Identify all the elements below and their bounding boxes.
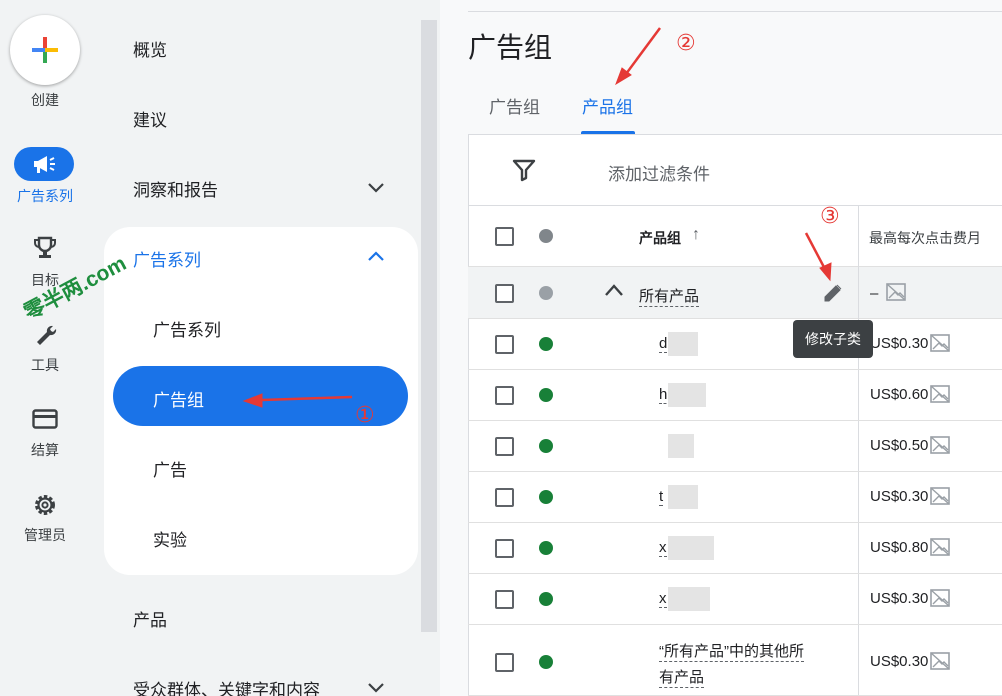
- left-rail: 创建 广告系列 目标 工具 结算 管理员: [0, 0, 90, 696]
- product-group-label[interactable]: t: [659, 488, 664, 506]
- redacted-text: [668, 332, 698, 356]
- cpc-value[interactable]: US$0.60: [870, 386, 928, 403]
- status-dot: [539, 439, 553, 453]
- edit-pencil-icon[interactable]: [822, 282, 844, 304]
- create-button[interactable]: [10, 15, 80, 85]
- cpc-value[interactable]: US$0.30: [870, 653, 928, 670]
- annotation-3: ③: [820, 203, 840, 228]
- megaphone-icon: [34, 156, 55, 173]
- filter-bar[interactable]: [468, 135, 1002, 206]
- nav-section-campaigns[interactable]: 广告系列: [133, 246, 201, 271]
- row-checkbox[interactable]: [495, 437, 514, 456]
- cpc-value[interactable]: US$0.30: [870, 335, 928, 352]
- other-products-line1[interactable]: “所有产品”中的其他所: [659, 640, 804, 662]
- no-image-icon: [930, 652, 950, 670]
- status-dot: [539, 592, 553, 606]
- status-dot: [539, 337, 553, 351]
- wrench-icon[interactable]: [33, 322, 57, 346]
- nav-sub-campaigns[interactable]: 广告系列: [153, 316, 221, 341]
- status-header-dot: [539, 229, 553, 243]
- other-products-line2[interactable]: 有产品: [659, 666, 705, 688]
- redacted-text: [668, 587, 710, 611]
- no-image-icon: [930, 385, 950, 403]
- rail-label-admin[interactable]: 管理员: [0, 525, 90, 545]
- no-image-icon: [930, 487, 950, 505]
- nav-item-audiences[interactable]: 受众群体、关键字和内容: [133, 676, 320, 696]
- column-header-max-cpc[interactable]: 最高每次点击费月: [869, 228, 1002, 248]
- cpc-value[interactable]: US$0.80: [870, 539, 928, 556]
- row-checkbox[interactable]: [495, 539, 514, 558]
- row-checkbox[interactable]: [495, 590, 514, 609]
- redacted-text: [668, 383, 706, 407]
- nav-sub-experiments[interactable]: 实验: [153, 526, 187, 551]
- row-checkbox[interactable]: [495, 284, 514, 303]
- product-group-label[interactable]: x: [659, 590, 667, 608]
- annotation-2: ②: [676, 30, 696, 55]
- status-dot: [539, 541, 553, 555]
- tab-product-groups[interactable]: 产品组: [582, 93, 633, 118]
- rail-label-tools[interactable]: 工具: [0, 355, 90, 375]
- column-header-product-group[interactable]: 产品组: [639, 228, 681, 248]
- product-group-label[interactable]: x: [659, 539, 667, 557]
- row-checkbox[interactable]: [495, 653, 514, 672]
- redacted-text: [668, 536, 714, 560]
- edit-subdivision-tooltip: 修改子类: [793, 320, 873, 358]
- chevron-down-icon[interactable]: [366, 177, 386, 197]
- tab-adgroups[interactable]: 广告组: [489, 93, 540, 118]
- nav-item-insights[interactable]: 洞察和报告: [133, 176, 218, 201]
- nav-panel: 概览 建议 洞察和报告 广告系列 广告系列 广告组 广告 实验 产品 受众群体、…: [90, 0, 420, 696]
- status-dot: [539, 286, 553, 300]
- gear-icon[interactable]: [32, 492, 58, 518]
- status-dot: [539, 490, 553, 504]
- nav-sub-ads[interactable]: 广告: [153, 456, 187, 481]
- chevron-up-icon[interactable]: [604, 283, 624, 297]
- status-dot: [539, 388, 553, 402]
- all-products-cpc: –: [870, 285, 879, 302]
- filter-icon[interactable]: [512, 158, 536, 182]
- cpc-value[interactable]: US$0.30: [870, 590, 928, 607]
- all-products-label[interactable]: 所有产品: [639, 285, 700, 307]
- plus-icon: [32, 37, 58, 63]
- top-divider: [468, 11, 1002, 12]
- annotation-1: ①: [355, 402, 375, 427]
- create-label: 创建: [31, 92, 59, 108]
- redacted-text: [668, 434, 694, 458]
- sort-arrow-icon[interactable]: ↑: [692, 226, 700, 244]
- cpc-value[interactable]: US$0.30: [870, 488, 928, 505]
- no-image-icon: [930, 436, 950, 454]
- credit-card-icon[interactable]: [32, 408, 58, 430]
- no-image-icon: [930, 538, 950, 556]
- trophy-icon[interactable]: [32, 235, 58, 261]
- nav-item-recommendations[interactable]: 建议: [133, 106, 167, 131]
- nav-scrollbar[interactable]: [421, 20, 437, 632]
- page-title: 广告组: [468, 32, 553, 63]
- no-image-icon: [886, 283, 906, 301]
- row-checkbox[interactable]: [495, 335, 514, 354]
- row-checkbox[interactable]: [495, 386, 514, 405]
- row-checkbox[interactable]: [495, 488, 514, 507]
- rail-label-billing[interactable]: 结算: [0, 440, 90, 460]
- status-dot: [539, 655, 553, 669]
- no-image-icon: [930, 334, 950, 352]
- chevron-up-icon[interactable]: [366, 247, 386, 267]
- redacted-text: [668, 485, 698, 509]
- add-filter-input[interactable]: 添加过滤条件: [608, 160, 710, 185]
- select-all-checkbox[interactable]: [495, 227, 514, 246]
- chevron-down-icon[interactable]: [366, 677, 386, 696]
- rail-item-campaigns[interactable]: [14, 147, 74, 181]
- rail-label-campaigns[interactable]: 广告系列: [0, 186, 90, 206]
- nav-sub-adgroups[interactable]: 广告组: [153, 386, 204, 411]
- product-group-label[interactable]: d: [659, 335, 668, 353]
- nav-item-products[interactable]: 产品: [133, 606, 167, 631]
- cpc-value[interactable]: US$0.50: [870, 437, 928, 454]
- nav-item-overview[interactable]: 概览: [133, 36, 167, 61]
- no-image-icon: [930, 589, 950, 607]
